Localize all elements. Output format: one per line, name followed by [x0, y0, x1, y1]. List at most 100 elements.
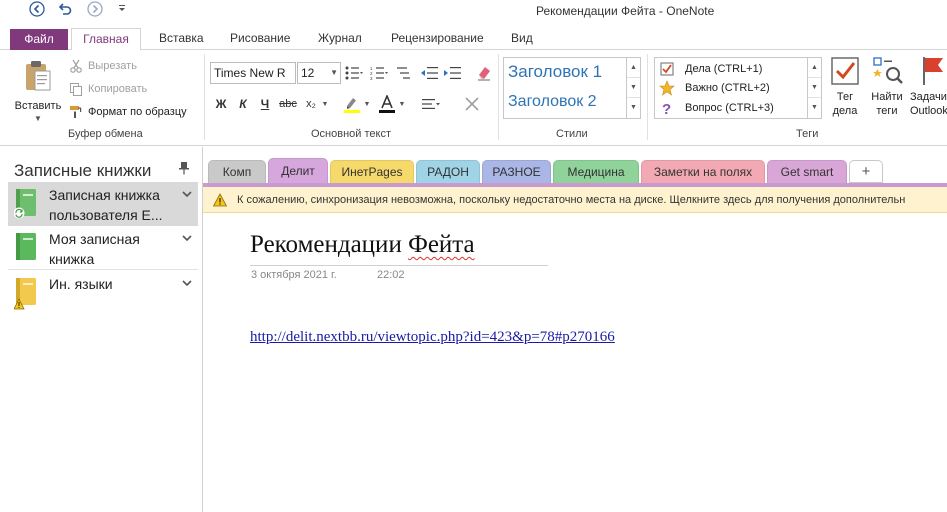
- checkbox-large-icon: [829, 54, 861, 88]
- underline-button[interactable]: Ч: [257, 94, 273, 114]
- tag-question[interactable]: ? Вопрос (CTRL+3): [659, 98, 774, 117]
- font-size-value: 12: [301, 66, 315, 80]
- eraser-icon: [478, 67, 490, 81]
- notebook-item[interactable]: Ин. языки: [8, 271, 198, 311]
- back-arrow-icon[interactable]: [28, 0, 46, 18]
- clipboard-group-label: Буфер обмена: [68, 128, 143, 140]
- section-tab[interactable]: ИнетPages: [330, 160, 414, 183]
- bold-button[interactable]: Ж: [213, 94, 229, 114]
- subscript-button[interactable]: x₂: [302, 94, 320, 114]
- group-divider: [647, 54, 648, 140]
- font-name-combobox[interactable]: Times New R: [210, 62, 296, 84]
- italic-button[interactable]: К: [235, 94, 251, 114]
- chevron-down-icon[interactable]: ▼: [362, 94, 372, 114]
- strikethrough-button[interactable]: abc: [278, 94, 298, 114]
- numbering-icon: 123: [370, 66, 388, 80]
- gallery-more-icon[interactable]: ▼: [808, 98, 821, 118]
- forward-arrow-icon[interactable]: [86, 0, 104, 18]
- tab-file[interactable]: Файл: [10, 29, 68, 50]
- section-tab[interactable]: Get smart: [767, 160, 847, 183]
- section-tab-active[interactable]: Делит: [268, 158, 328, 184]
- svg-text:?: ?: [662, 101, 671, 116]
- chevron-down-icon[interactable]: ▼: [320, 94, 330, 114]
- chevron-down-icon[interactable]: ▼: [330, 63, 338, 83]
- tab-history[interactable]: Журнал: [316, 28, 364, 50]
- scissors-icon: [68, 58, 84, 74]
- decrease-indent-button[interactable]: [420, 63, 440, 83]
- style-heading-1[interactable]: Заголовок 1: [508, 62, 602, 82]
- section-tabs: Комп Делит ИнетPages РАДОН РАЗНОЕ Медици…: [203, 147, 947, 185]
- tab-home[interactable]: Главная: [71, 28, 141, 52]
- tab-draw[interactable]: Рисование: [228, 28, 292, 50]
- notebook-icon: [14, 232, 38, 262]
- page-title[interactable]: Рекомендации Фейта: [250, 231, 475, 259]
- page-canvas[interactable]: Рекомендации Фейта 3 октября 2021 г. 22:…: [203, 213, 947, 512]
- page-title-text: Рекомендации: [250, 231, 409, 258]
- tags-scroll: ▲ ▼ ▼: [807, 58, 821, 118]
- copy-button[interactable]: Копировать: [68, 79, 147, 99]
- scroll-down-icon[interactable]: ▼: [808, 78, 821, 98]
- notebook-label: Записная книжка пользователя E...: [49, 187, 163, 223]
- customize-qat-icon[interactable]: [116, 0, 128, 18]
- pin-icon[interactable]: [178, 161, 192, 175]
- checkbox-icon: [659, 61, 675, 77]
- sync-error-text: К сожалению, синхронизация невозможна, п…: [237, 194, 906, 206]
- section-tab[interactable]: РАЗНОЕ: [482, 160, 551, 183]
- chevron-down-icon[interactable]: ▼: [34, 114, 42, 123]
- scroll-up-icon[interactable]: ▲: [808, 58, 821, 78]
- page-hyperlink[interactable]: http://delit.nextbb.ru/viewtopic.php?id=…: [250, 329, 615, 346]
- gallery-more-icon[interactable]: ▼: [627, 98, 640, 118]
- tag-todo-line1: Тег: [836, 91, 854, 103]
- paste-label: Вставить: [14, 100, 62, 112]
- notebook-item[interactable]: Моя записная книжка: [8, 226, 198, 268]
- tab-review[interactable]: Рецензирование: [389, 28, 486, 50]
- svg-text:3: 3: [370, 76, 373, 80]
- style-heading-2[interactable]: Заголовок 2: [508, 93, 597, 111]
- tab-view[interactable]: Вид: [509, 28, 535, 50]
- find-tags-line2: теги: [876, 105, 898, 117]
- font-color-button[interactable]: [377, 94, 397, 114]
- notebook-icon: [13, 188, 38, 219]
- numbering-button[interactable]: 123: [368, 63, 390, 83]
- chevron-down-icon[interactable]: [182, 190, 192, 201]
- increase-indent-button[interactable]: [443, 63, 463, 83]
- delete-button[interactable]: [462, 94, 482, 114]
- bullets-button[interactable]: [343, 63, 365, 83]
- paragraph-alignment-button[interactable]: [421, 94, 441, 114]
- section-tab[interactable]: РАДОН: [416, 160, 480, 183]
- paste-button[interactable]: Вставить ▼: [14, 58, 62, 123]
- font-size-combobox[interactable]: 12 ▼: [297, 62, 341, 84]
- tab-insert[interactable]: Вставка: [157, 28, 206, 50]
- notebook-item[interactable]: Записная книжка пользователя E...: [8, 182, 198, 226]
- highlighter-icon: [344, 98, 360, 113]
- section-tab[interactable]: Комп: [208, 160, 266, 183]
- section-tab[interactable]: Заметки на полях: [641, 160, 765, 183]
- chevron-down-icon[interactable]: [182, 279, 192, 290]
- tag-todo-button[interactable]: Тег дела: [828, 54, 862, 124]
- clear-formatting-button[interactable]: [474, 63, 494, 83]
- font-name-value: Times New R: [214, 66, 286, 80]
- basic-text-group-label: Основной текст: [311, 128, 391, 140]
- outlook-tasks-button[interactable]: Задачи Outlook: [910, 54, 947, 124]
- add-section-button[interactable]: +: [849, 160, 883, 183]
- find-tags-icon: [871, 54, 903, 88]
- find-tags-button[interactable]: Найти теги: [866, 54, 908, 124]
- outline-levels-button[interactable]: [396, 63, 414, 83]
- tags-group-label: Теги: [796, 128, 819, 140]
- notebook-label: Моя записная книжка: [49, 231, 140, 267]
- tag-todo[interactable]: Дела (CTRL+1): [659, 59, 762, 78]
- scroll-up-icon[interactable]: ▲: [627, 58, 640, 78]
- highlight-button[interactable]: [342, 94, 362, 114]
- chevron-down-icon[interactable]: ▼: [397, 94, 407, 114]
- scroll-down-icon[interactable]: ▼: [627, 78, 640, 98]
- styles-gallery: Заголовок 1 Заголовок 2 ▲ ▼ ▼: [503, 57, 641, 119]
- page-time: 22:02: [377, 269, 405, 281]
- tag-important[interactable]: Важно (CTRL+2): [659, 78, 770, 97]
- notebook-icon: [13, 277, 38, 310]
- undo-icon[interactable]: [56, 0, 74, 18]
- sync-error-bar[interactable]: К сожалению, синхронизация невозможна, п…: [203, 187, 947, 213]
- section-tab[interactable]: Медицина: [553, 160, 639, 183]
- format-painter-button[interactable]: Формат по образцу: [68, 102, 187, 122]
- chevron-down-icon[interactable]: [182, 234, 192, 245]
- cut-button[interactable]: Вырезать: [68, 56, 137, 76]
